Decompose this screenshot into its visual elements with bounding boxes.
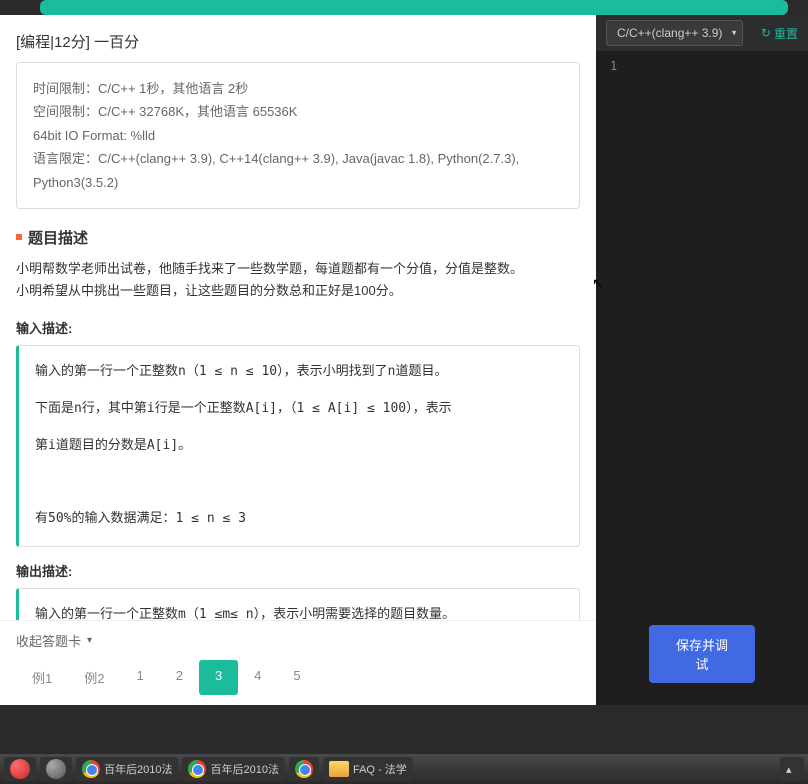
- collapse-label: 收起答题卡: [16, 631, 81, 650]
- output-description-title: 输出描述:: [16, 561, 580, 580]
- taskbar-chrome-3[interactable]: [289, 757, 319, 781]
- language-limit: 语言限定：C/C++(clang++ 3.9), C++14(clang++ 3…: [33, 147, 563, 194]
- refresh-icon: ↻: [761, 26, 771, 40]
- chrome-icon: [82, 760, 100, 778]
- input-description-title: 输入描述:: [16, 318, 580, 337]
- folder-icon: [329, 761, 349, 777]
- reset-label: 重置: [774, 25, 798, 42]
- answer-card-section: 收起答题卡 ▾ 例1 例2 1 2 3 4 5: [0, 620, 596, 705]
- reset-button[interactable]: ↻ 重置: [761, 25, 798, 42]
- save-debug-button[interactable]: 保存并调试: [649, 625, 755, 683]
- app-icon: [46, 759, 66, 779]
- taskbar-chrome-1[interactable]: 百年后2010法: [76, 757, 178, 781]
- taskbar-chrome-2[interactable]: 百年后2010法: [182, 757, 284, 781]
- taskbar-tray[interactable]: ▴: [780, 757, 804, 781]
- tab-2[interactable]: 2: [160, 660, 199, 695]
- taskbar: 百年后2010法 百年后2010法 FAQ - 法学 ▴: [0, 754, 808, 784]
- tab-example-2[interactable]: 例2: [68, 660, 120, 695]
- problem-panel: [编程|12分] 一百分 时间限制：C/C++ 1秒，其他语言 2秒 空间限制：…: [0, 15, 596, 705]
- taskbar-app-2[interactable]: [40, 757, 72, 781]
- language-label: C/C++(clang++ 3.9): [617, 26, 722, 40]
- time-limit: 时间限制：C/C++ 1秒，其他语言 2秒: [33, 77, 563, 100]
- problem-description-header: 题目描述: [16, 227, 580, 248]
- chrome-icon: [295, 760, 313, 778]
- constraints-box: 时间限制：C/C++ 1秒，其他语言 2秒 空间限制：C/C++ 32768K，…: [16, 62, 580, 209]
- io-format: 64bit IO Format: %lld: [33, 124, 563, 147]
- taskbar-app-1[interactable]: [4, 757, 36, 781]
- language-selector[interactable]: C/C++(clang++ 3.9) ▾: [606, 20, 743, 46]
- tab-3[interactable]: 3: [199, 660, 238, 695]
- chevron-down-icon: ▾: [732, 28, 737, 39]
- progress-bar: [40, 0, 788, 15]
- app-icon: [10, 759, 30, 779]
- problem-description-text: 小明帮数学老师出试卷，他随手找来了一些数学题，每道题都有一个分值，分值是整数。 …: [16, 258, 580, 302]
- problem-title: [编程|12分] 一百分: [16, 15, 580, 62]
- marker-icon: [16, 234, 22, 240]
- chrome-icon: [188, 760, 206, 778]
- memory-limit: 空间限制：C/C++ 32768K，其他语言 65536K: [33, 100, 563, 123]
- input-description-block: 输入的第一行一个正整数n（1 ≤ n ≤ 10），表示小明找到了n道题目。 下面…: [16, 345, 580, 546]
- tab-1[interactable]: 1: [120, 660, 159, 695]
- section-title: 题目描述: [28, 227, 88, 248]
- collapse-answer-card[interactable]: 收起答题卡 ▾: [16, 631, 580, 650]
- example-tabs: 例1 例2 1 2 3 4 5: [16, 660, 580, 695]
- line-number: 1: [596, 59, 808, 73]
- tab-example-1[interactable]: 例1: [16, 660, 68, 695]
- tab-5[interactable]: 5: [277, 660, 316, 695]
- tab-4[interactable]: 4: [238, 660, 277, 695]
- problem-scroll-area[interactable]: [编程|12分] 一百分 时间限制：C/C++ 1秒，其他语言 2秒 空间限制：…: [0, 15, 596, 620]
- editor-toolbar: C/C++(clang++ 3.9) ▾ ↻ 重置: [596, 15, 808, 51]
- caret-down-icon: ▾: [87, 635, 92, 646]
- output-description-block: 输入的第一行一个正整数m（1 ≤m≤ n），表示小明需要选择的题目数量。 下面是…: [16, 588, 580, 620]
- code-editor-panel: C/C++(clang++ 3.9) ▾ ↻ 重置 1 保存并调试: [596, 15, 808, 705]
- code-editor[interactable]: 1: [596, 51, 808, 705]
- taskbar-folder[interactable]: FAQ - 法学: [323, 757, 413, 781]
